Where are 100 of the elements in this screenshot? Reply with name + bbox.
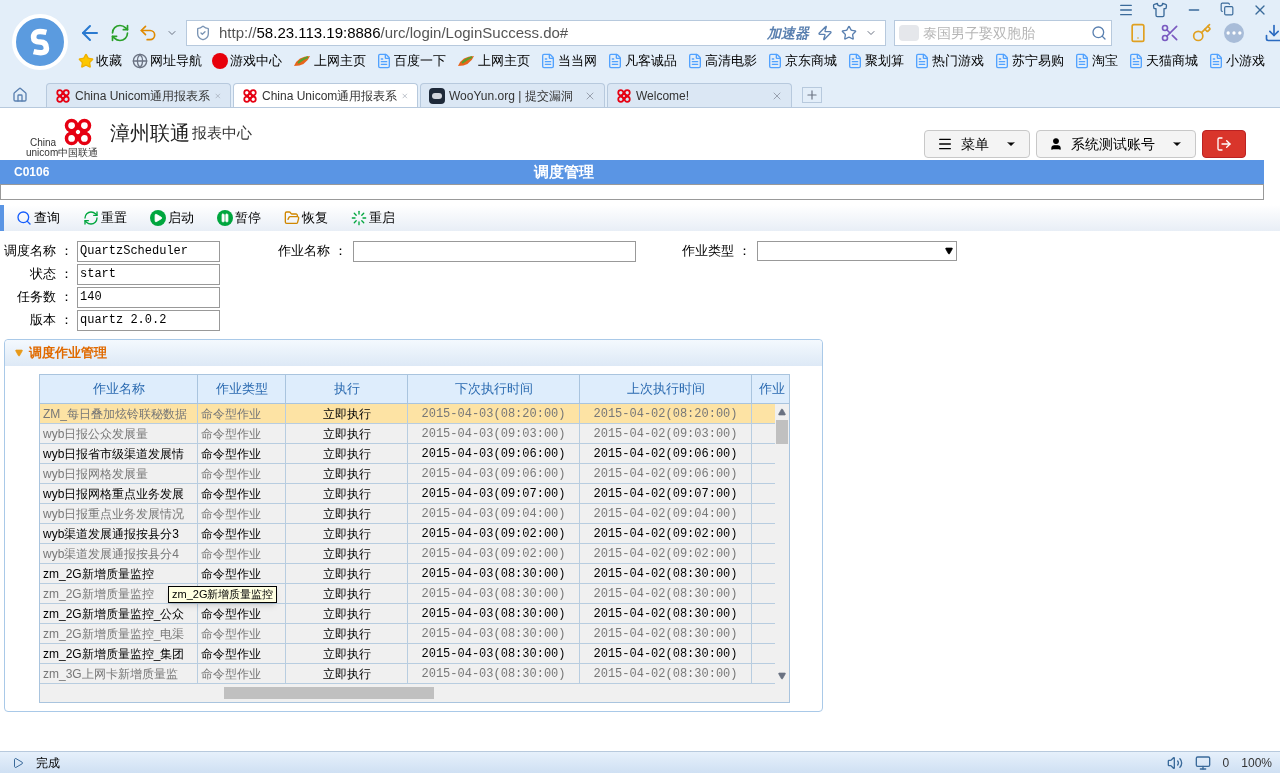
input-field[interactable]: start <box>77 263 220 285</box>
toolbar-button[interactable]: 暂停 <box>217 208 261 228</box>
logout-button[interactable] <box>1202 130 1246 158</box>
scroll-thumb[interactable] <box>776 420 788 444</box>
column-header[interactable]: 作业类型 <box>198 375 286 403</box>
spinner-icon <box>351 210 367 226</box>
horizontal-scrollbar[interactable] <box>40 684 789 702</box>
bookmark-link[interactable]: 上网主页 <box>456 51 530 71</box>
input-field[interactable]: QuartzScheduler <box>77 240 220 262</box>
page-icon <box>376 53 392 69</box>
search-input[interactable]: 泰国男子娶双胞胎 <box>923 22 1087 44</box>
table-row[interactable]: zm_2G新增质量监控 zm_2G新增质量监控 立即执行 2015-04-03(08:30:00) 2015-04-02(08:30:00) <box>40 584 775 604</box>
search-field[interactable]: 泰国男子娶双胞胎 <box>894 20 1112 46</box>
account-button[interactable]: 系统测试账号 <box>1036 130 1196 158</box>
table-cell: wyb日报重点业务发展情况 <box>40 504 198 524</box>
table-cell: 立即执行 <box>286 524 408 544</box>
table-row[interactable]: wyb日报网格发展量 命令型作业 立即执行 2015-04-03(09:06:00) 2015-04-02(09:06:00) <box>40 464 775 484</box>
bookmark-link[interactable]: 当当网 <box>540 51 597 71</box>
browser-tab[interactable]: China Unicom通用报表系 <box>46 83 231 107</box>
column-header[interactable]: 作业名称 <box>40 375 198 403</box>
input-field[interactable] <box>353 241 636 262</box>
table-cell: 立即执行 <box>286 564 408 584</box>
column-header[interactable]: 上次执行时间 <box>580 375 752 403</box>
panel-title: 调度作业管理 <box>29 344 107 363</box>
table-row[interactable]: wyb日报网格重点业务发展 命令型作业 立即执行 2015-04-03(09:07:00) 2015-04-02(09:07:00) <box>40 484 775 504</box>
undo-icon[interactable] <box>138 23 158 43</box>
column-header[interactable]: 作业 <box>752 375 789 403</box>
table-row[interactable]: wyb渠道发展通报按县分4 命令型作业 立即执行 2015-04-03(09:02:00) 2015-04-02(09:02:00) <box>40 544 775 564</box>
browser-tab[interactable]: Welcome! <box>607 83 792 107</box>
bookmark-link[interactable]: 百度一下 <box>376 51 446 71</box>
address-bar[interactable]: http://58.23.113.19:8886/urc/login/LoginSuccess.do# 加速器 <box>186 20 886 46</box>
browser-logo-icon <box>12 14 68 70</box>
table-cell: 2015-04-02(08:30:00) <box>580 644 752 664</box>
table-cell: 2015-04-03(09:04:00) <box>408 504 580 524</box>
table-row[interactable]: zm_2G新增质量监控_集团 命令型作业 立即执行 2015-04-03(08:30:00) 2015-04-02(08:30:00) <box>40 644 775 664</box>
bookmark-link[interactable]: 天猫商城 <box>1128 51 1198 71</box>
select-field[interactable] <box>757 241 957 261</box>
scroll-up-icon[interactable] <box>778 408 786 416</box>
bookmark-link[interactable]: 热门游戏 <box>914 51 984 71</box>
play-icon <box>150 210 166 226</box>
more-icon[interactable] <box>1224 23 1244 43</box>
column-header[interactable]: 执行 <box>286 375 408 403</box>
home-icon[interactable] <box>12 87 28 103</box>
monitor-icon[interactable] <box>1194 754 1211 771</box>
bookmark-link[interactable]: 高清电影 <box>687 51 757 71</box>
table-row[interactable]: zm_2G新增质量监控_电渠 命令型作业 立即执行 2015-04-03(08:30:00) 2015-04-02(08:30:00) <box>40 624 775 644</box>
bookmark-link[interactable]: 苏宁易购 <box>994 51 1064 71</box>
scroll-down-icon[interactable] <box>778 672 786 680</box>
zoom-level[interactable]: 100% <box>1241 753 1272 772</box>
table-row[interactable]: ZM_每日叠加炫铃联秘数据 命令型作业 立即执行 2015-04-03(08:20:00) 2015-04-02(08:20:00) <box>40 404 775 424</box>
tab-title: China Unicom通用报表系 <box>75 87 211 105</box>
bookmark-link[interactable]: 凡客诚品 <box>607 51 677 71</box>
reload-icon[interactable] <box>110 23 130 43</box>
download-count[interactable]: 0 <box>1222 753 1230 772</box>
menu-icon[interactable] <box>1118 2 1134 18</box>
download-icon[interactable] <box>1264 23 1280 43</box>
table-cell: 命令型作业 <box>198 564 286 584</box>
shirt-icon[interactable] <box>1152 2 1168 18</box>
table-row[interactable]: wyb渠道发展通报按县分3 命令型作业 立即执行 2015-04-03(09:02:00) 2015-04-02(09:02:00) <box>40 524 775 544</box>
toolbar-button[interactable]: 启动 <box>150 208 194 228</box>
table-row[interactable]: zm_2G新增质量监控 命令型作业 立即执行 2015-04-03(08:30:00) 2015-04-02(08:30:00) <box>40 564 775 584</box>
toolbar-button[interactable]: 重置 <box>83 208 127 228</box>
accelerator-label[interactable]: 加速器 <box>767 22 809 44</box>
table-row[interactable]: zm_2G新增质量监控_公众 命令型作业 立即执行 2015-04-03(08:30:00) 2015-04-02(08:30:00) <box>40 604 775 624</box>
bookmark-link[interactable]: 上网主页 <box>292 51 366 71</box>
search-icon[interactable] <box>1091 25 1107 41</box>
column-header[interactable]: 下次执行时间 <box>408 375 580 403</box>
key-icon[interactable] <box>1192 23 1212 43</box>
table-cell: wyb渠道发展通报按县分3 <box>40 524 198 544</box>
list-icon <box>937 136 953 152</box>
table-row[interactable]: wyb日报省市级渠道发展情 命令型作业 立即执行 2015-04-03(09:06:00) 2015-04-02(09:06:00) <box>40 444 775 464</box>
bookmark-link[interactable]: 淘宝 <box>1074 51 1118 71</box>
sidebar-toggle-icon[interactable] <box>12 756 24 769</box>
scissors-icon[interactable] <box>1160 23 1180 43</box>
table-row[interactable]: zm_3G上网卡新增质量监 命令型作业 立即执行 2015-04-03(08:30:00) 2015-04-02(08:30:00) <box>40 664 775 684</box>
table-row[interactable]: wyb日报公众发展量 命令型作业 立即执行 2015-04-03(09:03:00) 2015-04-02(09:03:00) <box>40 424 775 444</box>
phone-icon[interactable] <box>1128 23 1148 43</box>
bookmark-link[interactable]: 游戏中心 <box>212 51 282 71</box>
restore-icon[interactable] <box>1220 2 1234 16</box>
browser-tab[interactable]: WooYun.org | 提交漏洞 <box>420 83 605 107</box>
toolbar-button[interactable]: 重启 <box>351 208 395 228</box>
input-field[interactable]: 140 <box>77 286 220 308</box>
menu-button[interactable]: 菜单 <box>924 130 1030 158</box>
caret-icon <box>15 349 23 357</box>
bookmark-link[interactable]: 小游戏 <box>1208 51 1265 71</box>
lightning-icon[interactable] <box>817 25 833 41</box>
page-icon <box>1128 53 1144 69</box>
input-field[interactable]: quartz 2.0.2 <box>77 309 220 331</box>
toolbar-button[interactable]: 恢复 <box>284 208 328 228</box>
bookmark-link[interactable]: 京东商城 <box>767 51 837 71</box>
new-tab-icon[interactable] <box>802 87 822 103</box>
favorite-icon[interactable] <box>841 25 857 41</box>
bookmark-link[interactable]: 聚划算 <box>847 51 904 71</box>
toolbar-button[interactable]: 查询 <box>16 208 60 228</box>
browser-tab[interactable]: China Unicom通用报表系 <box>233 83 418 107</box>
table-cell: 立即执行 <box>286 584 408 604</box>
table-row[interactable]: wyb日报重点业务发展情况 命令型作业 立即执行 2015-04-03(09:04:00) 2015-04-02(09:04:00) <box>40 504 775 524</box>
speaker-icon[interactable] <box>1166 754 1183 771</box>
bookmark-link[interactable]: 收藏 <box>78 51 122 71</box>
bookmark-link[interactable]: 网址导航 <box>132 51 202 71</box>
